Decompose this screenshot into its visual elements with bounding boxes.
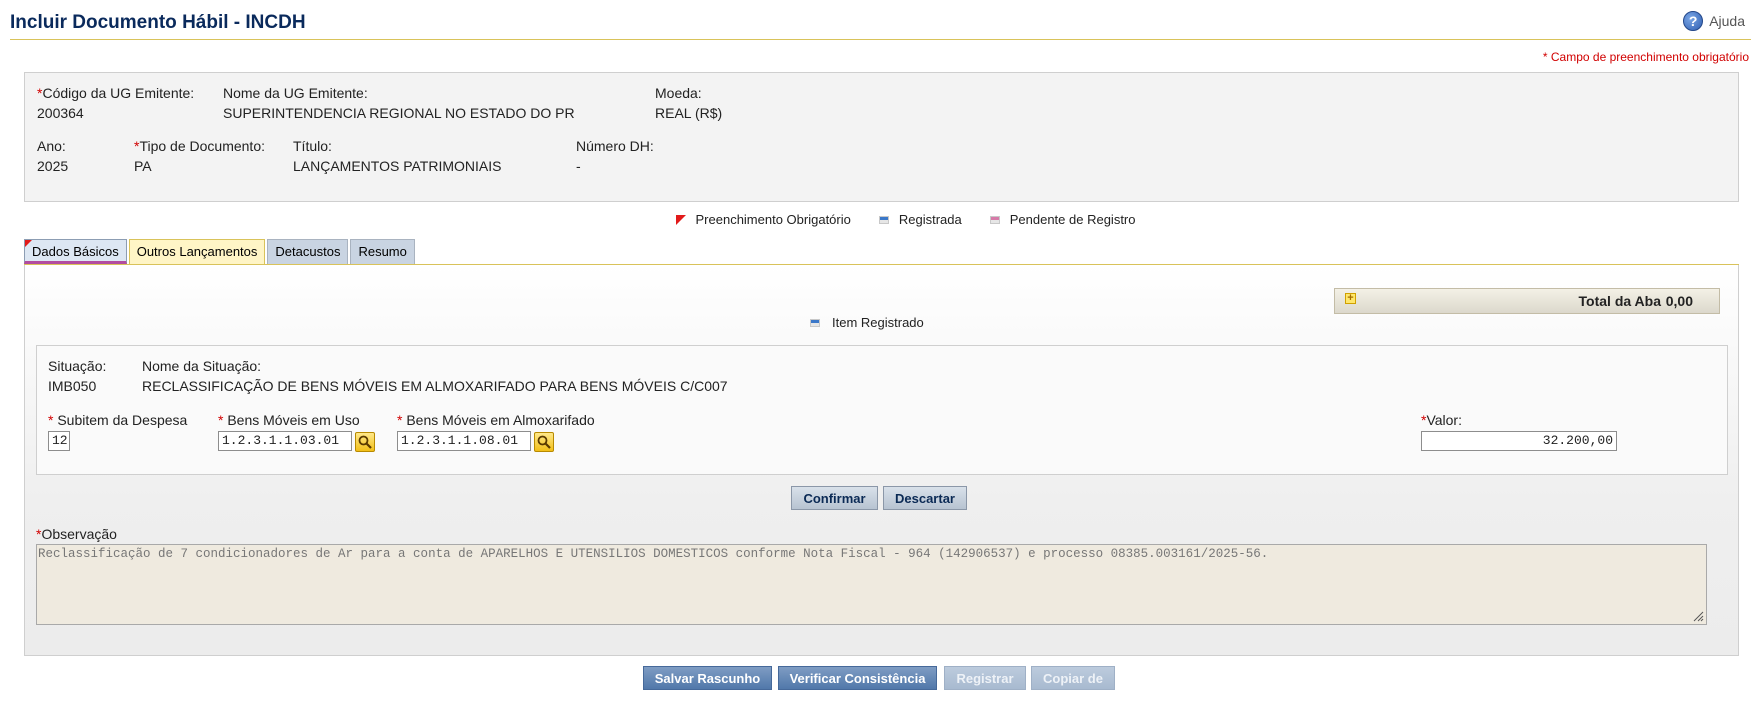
bens-uso-label: Bens Móveis em Uso: [227, 412, 360, 428]
tab-divider: [24, 264, 1739, 265]
ug-code-label: Código da UG Emitente:: [42, 85, 195, 101]
legend-registered-label: Registrada: [898, 212, 962, 227]
help-icon[interactable]: ?: [1683, 11, 1704, 31]
item-registered-label: Item Registrado: [832, 315, 924, 330]
save-draft-button[interactable]: Salvar Rascunho: [643, 666, 772, 690]
bens-uso-input[interactable]: 1.2.3.1.1.03.01: [218, 431, 352, 451]
pending-marker-icon: [989, 215, 1000, 224]
legend-pending-label: Pendente de Registro: [1009, 212, 1136, 227]
ug-name-label: Nome da UG Emitente:: [223, 85, 368, 101]
required-corner-icon: [25, 240, 32, 247]
tab-dados-basicos[interactable]: Dados Básicos: [24, 239, 127, 264]
bens-almox-label: Bens Móveis em Almoxarifado: [406, 412, 595, 428]
tab-total-box: + Total da Aba 0,00: [1334, 288, 1720, 314]
observation-label: Observação: [41, 526, 117, 542]
dh-number-field: Número DH: -: [576, 138, 654, 174]
situation-label: Situação:: [48, 358, 107, 374]
dh-number-label: Número DH:: [576, 138, 654, 154]
register-button[interactable]: Registrar: [944, 666, 1026, 690]
tab-total-value: 0,00: [1665, 293, 1693, 309]
discard-button[interactable]: Descartar: [883, 486, 967, 510]
page-title: Incluir Documento Hábil - INCDH: [10, 12, 306, 33]
situation-name-field: Nome da Situação: RECLASSIFICAÇÃO DE BEN…: [142, 358, 728, 394]
situation-value: IMB050: [48, 378, 97, 394]
doc-title-value: LANÇAMENTOS PATRIMONIAIS: [293, 158, 502, 174]
dh-number-value: -: [576, 158, 581, 174]
legend-required: Preenchimento Obrigatório: [675, 212, 851, 227]
subitem-input[interactable]: 12: [48, 431, 70, 451]
currency-field: Moeda: REAL (R$): [655, 85, 722, 121]
required-corner-icon: [675, 214, 686, 225]
status-legend: Preenchimento Obrigatório Registrada Pen…: [0, 212, 1751, 227]
observation-label-wrap: *Observação: [36, 526, 117, 542]
registered-marker-icon: [878, 215, 889, 224]
legend-pending: Pendente de Registro: [989, 212, 1136, 227]
legend-required-label: Preenchimento Obrigatório: [695, 212, 851, 227]
valor-label-wrap: *Valor:: [1421, 412, 1462, 428]
tab-label: Outros Lançamentos: [136, 244, 258, 259]
ug-name-value: SUPERINTENDENCIA REGIONAL NO ESTADO DO P…: [223, 105, 575, 121]
observation-textarea[interactable]: Reclassificação de 7 condicionadores de …: [36, 544, 1707, 625]
tab-total-label: Total da Aba: [1578, 293, 1661, 309]
required-marker: *: [218, 412, 224, 428]
help-link[interactable]: ? Ajuda: [1683, 11, 1745, 31]
tab-label: Dados Básicos: [32, 244, 119, 259]
year-field: Ano: 2025: [37, 138, 68, 174]
expand-plus-icon[interactable]: +: [1345, 293, 1356, 304]
situation-name-label: Nome da Situação:: [142, 358, 262, 374]
ug-code-value: 200364: [37, 105, 84, 121]
situation-field: Situação: IMB050: [48, 358, 106, 394]
help-label[interactable]: Ajuda: [1709, 13, 1745, 29]
tab-label: Detacustos: [275, 244, 341, 259]
tab-resumo[interactable]: Resumo: [350, 239, 415, 264]
search-icon[interactable]: [355, 432, 375, 452]
required-field-note: * Campo de preenchimento obrigatório: [1542, 50, 1749, 64]
valor-input[interactable]: 32.200,00: [1421, 431, 1617, 451]
situation-item-box: Situação: IMB050 Nome da Situação: RECLA…: [36, 345, 1728, 475]
ug-name-field: Nome da UG Emitente: SUPERINTENDENCIA RE…: [223, 85, 575, 121]
registered-marker-icon: [810, 318, 820, 327]
observation-text: Reclassificação de 7 condicionadores de …: [38, 547, 1269, 561]
required-marker: *: [48, 412, 54, 428]
title-divider: [10, 39, 1751, 40]
legend-registered: Registrada: [878, 212, 962, 227]
required-marker: *: [397, 412, 403, 428]
copy-from-button[interactable]: Copiar de: [1031, 666, 1115, 690]
tab-label: Resumo: [358, 244, 407, 259]
item-registered-indicator: Item Registrado: [810, 315, 924, 330]
search-icon[interactable]: [534, 432, 554, 452]
bens-almox-input[interactable]: 1.2.3.1.1.08.01: [397, 431, 531, 451]
doc-type-label: Tipo de Documento:: [139, 138, 266, 154]
verify-consistency-button[interactable]: Verificar Consistência: [778, 666, 937, 690]
tab-bar: Dados Básicos Outros Lançamentos Detacus…: [24, 239, 415, 264]
tab-detacustos[interactable]: Detacustos: [267, 239, 349, 264]
doc-type-value: PA: [134, 158, 152, 174]
confirm-button[interactable]: Confirmar: [791, 486, 878, 510]
bens-uso-label-wrap: * Bens Móveis em Uso: [218, 412, 360, 428]
doc-title-label: Título:: [293, 138, 332, 154]
doc-type-field: *Tipo de Documento: PA: [134, 138, 265, 174]
subitem-label: Subitem da Despesa: [57, 412, 188, 428]
situation-name-value: RECLASSIFICAÇÃO DE BENS MÓVEIS EM ALMOXA…: [142, 378, 728, 394]
doc-title-field: Título: LANÇAMENTOS PATRIMONIAIS: [293, 138, 501, 174]
valor-label: Valor:: [1426, 412, 1462, 428]
tab-outros-lancamentos[interactable]: Outros Lançamentos: [128, 239, 266, 264]
currency-value: REAL (R$): [655, 105, 723, 121]
document-header-panel: *Código da UG Emitente: 200364 Nome da U…: [24, 72, 1739, 202]
resize-grip-icon[interactable]: [1692, 610, 1704, 622]
ug-code-field: *Código da UG Emitente: 200364: [37, 85, 194, 121]
year-value: 2025: [37, 158, 69, 174]
year-label: Ano:: [37, 138, 66, 154]
bens-almox-label-wrap: * Bens Móveis em Almoxarifado: [397, 412, 595, 428]
currency-label: Moeda:: [655, 85, 702, 101]
subitem-label-wrap: * Subitem da Despesa: [48, 412, 187, 428]
